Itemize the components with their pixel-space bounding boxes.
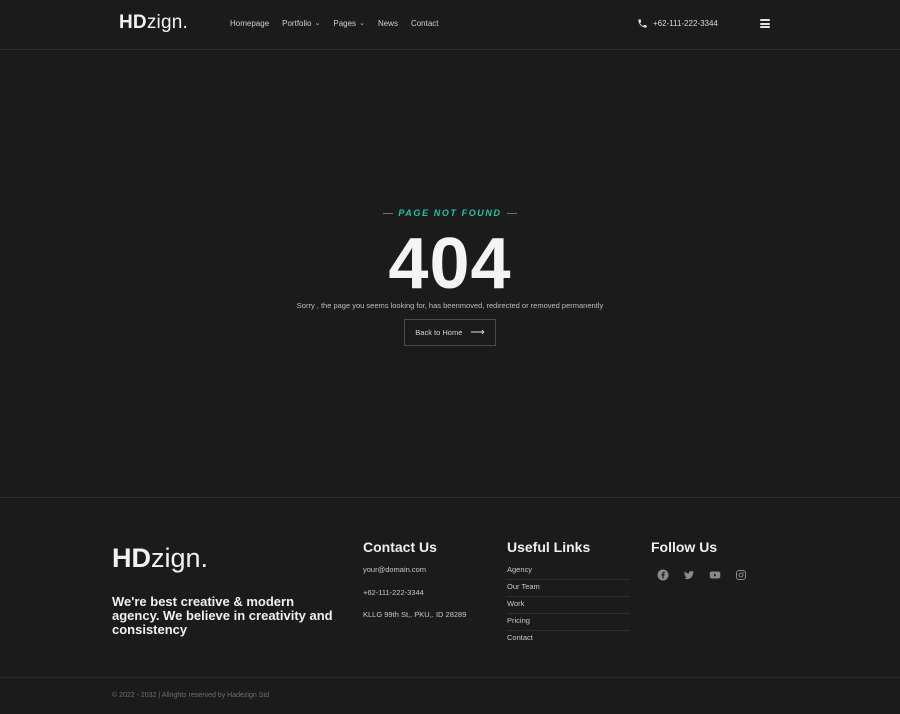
footer-link-agency[interactable]: Agency: [507, 565, 630, 580]
main-nav: Homepage Portfolio ⌄ Pages ⌄ News Contac…: [230, 19, 452, 28]
header-logo[interactable]: HDzign.: [119, 12, 188, 34]
footer-link-contact[interactable]: Contact: [507, 633, 630, 647]
footer-link-pricing[interactable]: Pricing: [507, 616, 630, 631]
contact-title: Contact Us: [363, 539, 437, 555]
nav-item-pages[interactable]: Pages ⌄: [333, 19, 365, 28]
contact-phone[interactable]: +62-111-222-3344: [363, 588, 424, 597]
footer-tagline: We're best creative & modern agency. We …: [112, 594, 333, 637]
contact-address: KLLG 99th St,. PKU,. ID 28289: [363, 610, 467, 619]
youtube-icon[interactable]: [708, 568, 722, 582]
footer-link-work[interactable]: Work: [507, 599, 630, 614]
copyright-text: © 2022 - 2032 | Allrights reserved by Ha…: [112, 692, 270, 699]
instagram-icon[interactable]: [734, 568, 748, 582]
header-phone[interactable]: +62-111-222-3344: [637, 18, 718, 29]
back-to-home-button[interactable]: Back to Home ⟶: [404, 319, 496, 346]
arrow-right-icon: ⟶: [470, 327, 485, 338]
phone-icon: [638, 19, 647, 28]
error-eyebrow: PAGE NOT FOUND: [0, 208, 900, 218]
footer-bottom-bar: © 2022 - 2032 | Allrights reserved by Ha…: [0, 677, 900, 714]
nav-item-homepage[interactable]: Homepage: [230, 19, 269, 28]
contact-email[interactable]: your@domain.com: [363, 565, 426, 574]
error-code: 404: [388, 224, 512, 304]
footer-link-our-team[interactable]: Our Team: [507, 582, 630, 597]
nav-item-portfolio[interactable]: Portfolio ⌄: [282, 19, 320, 28]
site-footer: HDzign. We're best creative & modern age…: [0, 497, 900, 714]
site-header: HDzign. Homepage Portfolio ⌄ Pages ⌄ New…: [0, 0, 900, 50]
hamburger-menu-icon[interactable]: [760, 19, 770, 28]
chevron-down-icon: ⌄: [314, 19, 321, 27]
error-message: Sorry , the page you seems looking for, …: [296, 301, 604, 310]
follow-us-title: Follow Us: [651, 539, 718, 555]
facebook-icon[interactable]: [656, 568, 670, 582]
footer-logo[interactable]: HDzign.: [112, 543, 208, 574]
useful-links-title: Useful Links: [507, 539, 591, 555]
nav-item-contact[interactable]: Contact: [411, 19, 439, 28]
twitter-icon[interactable]: [682, 568, 696, 582]
chevron-down-icon: ⌄: [359, 19, 365, 27]
nav-item-news[interactable]: News: [378, 19, 398, 28]
